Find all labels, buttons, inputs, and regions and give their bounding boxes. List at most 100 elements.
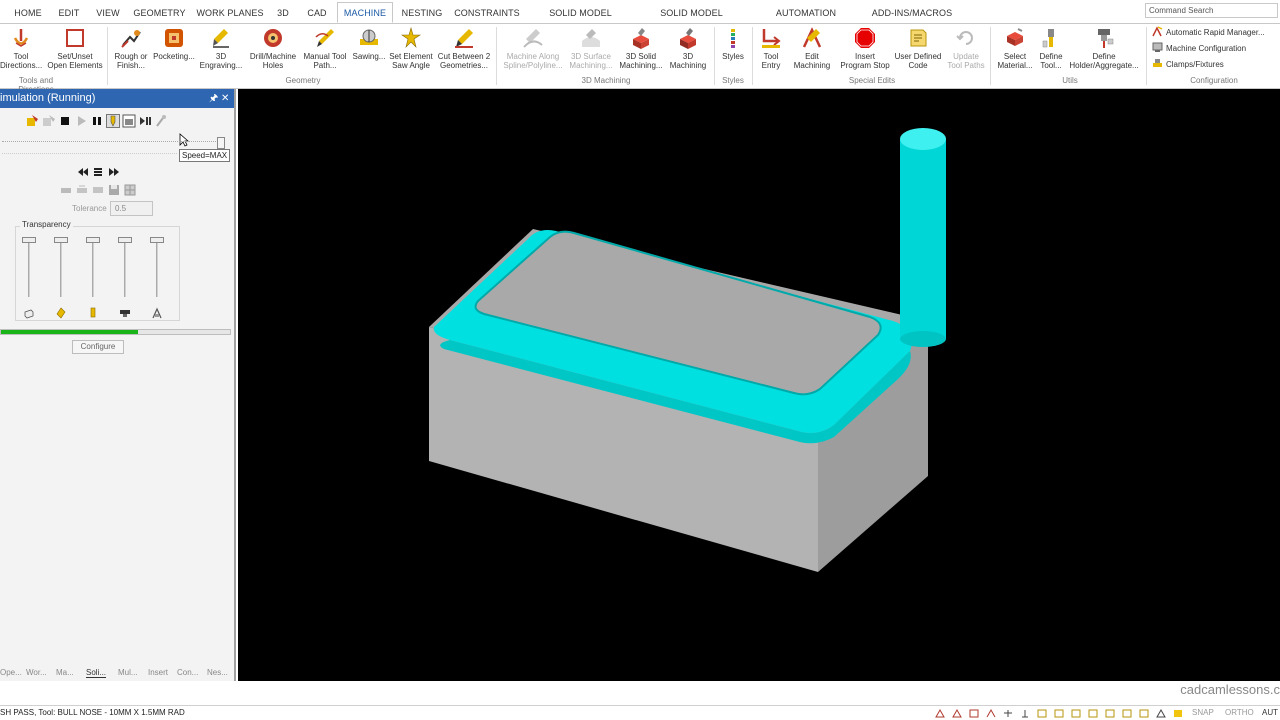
define-tool-button[interactable]: Define Tool... [1036, 26, 1066, 76]
automatic-rapid-manager-button[interactable]: Automatic Rapid Manager... [1152, 26, 1265, 40]
tab-cad[interactable]: CAD [302, 3, 332, 23]
pocketing-button[interactable]: Pocketing... [152, 26, 196, 76]
cut-between-button[interactable]: Cut Between 2 Geometries... [434, 26, 494, 76]
clamps-fixtures-button[interactable]: Clamps/Fixtures [1152, 58, 1224, 72]
rough-finish-button[interactable]: Rough or Finish... [110, 26, 152, 76]
measure-icon[interactable] [59, 183, 73, 197]
status-icon-11[interactable] [1105, 709, 1115, 718]
status-icon-6[interactable] [1020, 709, 1030, 718]
bottom-tab-work[interactable]: Wor... [26, 668, 47, 677]
surface-machining-button[interactable]: 3D Surface Machining... [566, 26, 616, 76]
play-icon[interactable] [74, 114, 88, 128]
status-icon-8[interactable] [1054, 709, 1064, 718]
bottom-tab-operations[interactable]: Ope... [0, 668, 22, 677]
ortho-toggle[interactable]: ORTHO [1225, 708, 1254, 717]
solid-machining-button[interactable]: 3D Solid Machining... [616, 26, 666, 76]
pause-icon[interactable] [90, 114, 104, 128]
manual-toolpath-button[interactable]: Manual Tool Path... [300, 26, 350, 76]
transparency-slider-holder[interactable] [118, 237, 132, 297]
list-icon[interactable] [91, 165, 105, 179]
machine-along-spline-button[interactable]: Machine Along Spline/Polyline... [500, 26, 566, 76]
bottom-tab-multi[interactable]: Mul... [118, 668, 138, 677]
define-holder-button[interactable]: Define Holder/Aggregate... [1066, 26, 1142, 76]
sawing-button[interactable]: Sawing... [350, 26, 388, 76]
status-icon-10[interactable] [1088, 709, 1098, 718]
3d-viewport[interactable] [238, 89, 1280, 681]
close-icon[interactable]: ✕ [221, 89, 229, 108]
status-icon-13[interactable] [1139, 709, 1149, 718]
image-view-icon[interactable] [122, 114, 136, 128]
status-icon-2[interactable] [952, 709, 962, 718]
transparency-slider-machine[interactable] [150, 237, 164, 297]
status-icon-1[interactable] [935, 709, 945, 718]
tab-view[interactable]: VIEW [92, 3, 124, 23]
tool-view-toggle-icon[interactable] [106, 114, 120, 128]
tool-directions-button[interactable]: Tool Directions... [0, 26, 42, 76]
status-icon-14[interactable] [1156, 709, 1166, 718]
status-icon-5[interactable] [1003, 709, 1013, 718]
solid-machining-icon [633, 28, 649, 49]
tool-entry-button[interactable]: Tool Entry [754, 26, 788, 76]
bottom-tab-machine[interactable]: Ma... [56, 668, 74, 677]
stop-icon[interactable] [58, 114, 72, 128]
position-slider-track[interactable] [2, 153, 177, 155]
tab-solid-model-utilities[interactable]: SOLID MODEL UTILITIES [641, 3, 742, 38]
bottom-tab-nesting[interactable]: Nes... [207, 668, 228, 677]
pin-icon[interactable]: 🖈 [209, 89, 218, 108]
auto-toggle[interactable]: AUT [1262, 708, 1278, 717]
status-icon-15[interactable] [1173, 709, 1183, 718]
simulation-progress-bar [0, 329, 231, 335]
transparency-slider-stock[interactable] [22, 237, 36, 297]
status-icon-9[interactable] [1071, 709, 1081, 718]
drill-holes-button[interactable]: Drill/Machine Holes [246, 26, 300, 76]
compare-icon[interactable] [75, 183, 89, 197]
configure-button[interactable]: Configure [72, 340, 124, 354]
tab-3d[interactable]: 3D [272, 3, 294, 23]
3d-machining-button[interactable]: 3D Machining [666, 26, 710, 76]
tolerance-input[interactable]: 0.5 [110, 201, 153, 216]
step-back-icon[interactable] [42, 114, 56, 128]
status-icon-4[interactable] [986, 709, 996, 718]
engraving-button[interactable]: 3D Engraving... [198, 26, 244, 76]
engraving-icon [213, 29, 229, 48]
styles-button[interactable]: Styles [716, 26, 750, 76]
fast-forward-icon[interactable] [107, 165, 121, 179]
status-icon-3[interactable] [969, 709, 979, 718]
section-icon[interactable] [91, 183, 105, 197]
tab-nesting[interactable]: NESTING [398, 3, 446, 23]
select-material-button[interactable]: Select Material... [994, 26, 1036, 76]
tab-add-ins-macros[interactable]: ADD-INS/MACROS [870, 3, 954, 23]
snap-toggle[interactable]: SNAP [1192, 708, 1214, 717]
open-elements-button[interactable]: Set/Unset Open Elements [46, 26, 104, 76]
transparency-slider-toolpath[interactable] [54, 237, 68, 297]
transparency-slider-tool[interactable] [86, 237, 100, 297]
user-code-button[interactable]: User Defined Code [892, 26, 944, 76]
tab-automation-manager[interactable]: AUTOMATION MANAGER [752, 3, 860, 38]
step-forward-icon[interactable] [138, 114, 152, 128]
saw-angle-button[interactable]: Set Element Saw Angle [388, 26, 434, 76]
tab-home[interactable]: HOME [10, 3, 46, 23]
simulate-machine-icon[interactable] [26, 114, 40, 128]
status-icon-7[interactable] [1037, 709, 1047, 718]
status-icon-12[interactable] [1122, 709, 1132, 718]
speed-slider-thumb[interactable] [217, 137, 225, 149]
update-toolpaths-button[interactable]: Update Tool Paths [944, 26, 988, 76]
tab-machine[interactable]: MACHINE [337, 2, 393, 23]
save-icon[interactable] [107, 183, 121, 197]
bottom-tab-constraints[interactable]: Con... [177, 668, 198, 677]
tab-edit[interactable]: EDIT [54, 3, 84, 23]
edit-machining-button[interactable]: Edit Machining [786, 26, 838, 76]
program-stop-button[interactable]: Insert Program Stop [838, 26, 892, 76]
tab-constraints[interactable]: CONSTRAINTS [454, 3, 520, 23]
speed-slider-track[interactable] [2, 141, 222, 143]
tab-geometry[interactable]: GEOMETRY [132, 3, 187, 23]
grid-icon[interactable] [123, 183, 137, 197]
machine-configuration-button[interactable]: Machine Configuration [1152, 42, 1246, 56]
command-search-input[interactable]: Command Search [1145, 3, 1278, 18]
tab-solid-model-extract[interactable]: SOLID MODEL EXTRACT [530, 3, 631, 38]
rewind-icon[interactable] [76, 165, 90, 179]
bottom-tab-solid[interactable]: Soli... [86, 668, 107, 678]
bottom-tab-insert[interactable]: Insert [148, 668, 168, 677]
tab-work-planes[interactable]: WORK PLANES [196, 3, 264, 23]
settings-tool-icon[interactable] [154, 114, 168, 128]
